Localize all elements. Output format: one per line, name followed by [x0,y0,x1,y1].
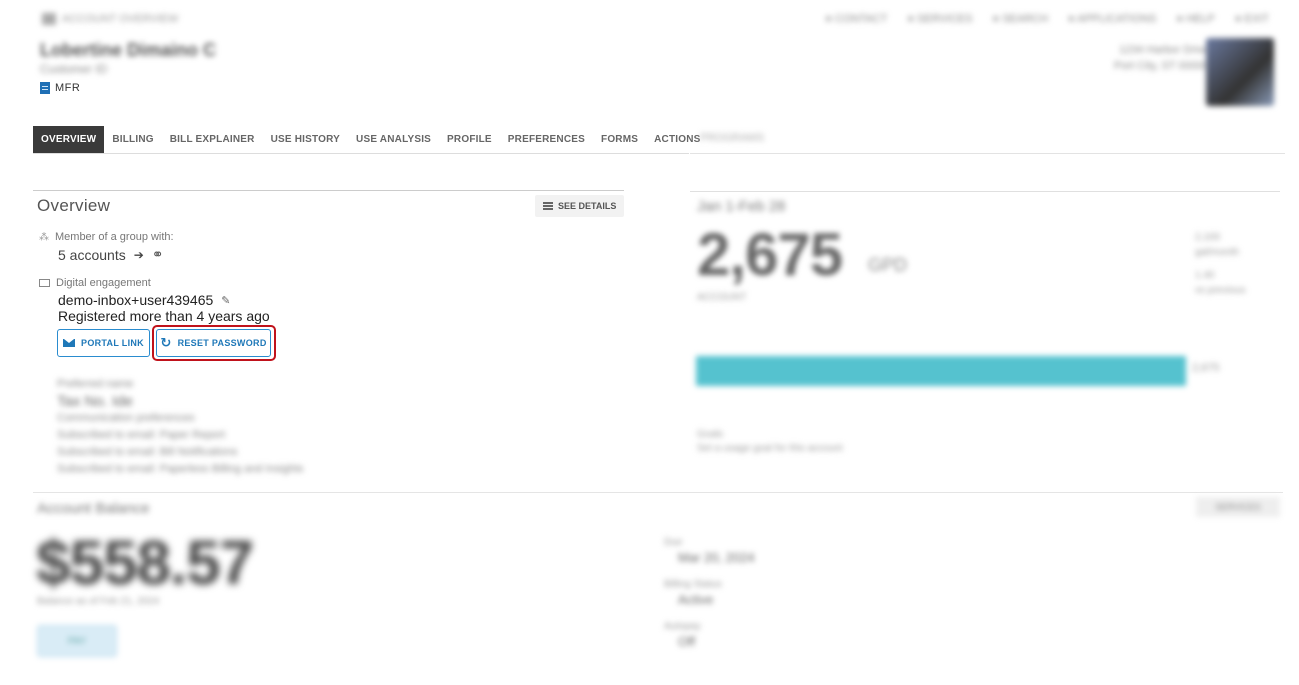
breadcrumb-text: ACCOUNT OVERVIEW [62,13,179,25]
usage-bar [696,356,1186,386]
envelope-icon [63,339,76,347]
link-icon[interactable]: ⚭ [152,246,164,263]
tab-forms[interactable]: FORMS [593,126,646,153]
top-nav-contact[interactable]: CONTACT [825,13,887,25]
tab-bill-explainer[interactable]: BILL EXPLAINER [162,126,263,153]
balance-details: Due Mar 20, 2024 Billing Status Active A… [664,535,755,661]
top-nav-exit[interactable]: EXIT [1235,13,1269,25]
top-bar: ACCOUNT OVERVIEW CONTACT SERVICES SEARCH… [0,0,1299,40]
comm-pref-item: Subscribed to email: Bill Notifications [57,446,238,458]
autopay-label: Autopay [664,621,701,632]
status-label: Billing Status [664,579,722,590]
due-label: Due [664,537,683,548]
usage-value: 2,675 [697,221,843,288]
usage-goals-text[interactable]: Set a usage goal for this account [697,442,843,456]
balance-services-button[interactable]: SERVICES [1196,497,1280,517]
usage-bar-label: 2,675 [1192,362,1220,374]
balance-divider [33,492,1283,493]
due-value: Mar 20, 2024 [678,550,755,565]
badge-label: MFR [55,82,81,94]
main-tabs: OVERVIEW BILLING BILL EXPLAINER USE HIST… [33,126,700,154]
group-label-text: Member of a group with: [55,231,174,243]
status-value: Active [678,592,714,607]
overview-lower-section: Preferred name Tax No. Ide Communication… [39,376,303,478]
tab-use-history[interactable]: USE HISTORY [263,126,348,153]
tab-overview[interactable]: OVERVIEW [33,126,105,153]
tab-profile[interactable]: PROFILE [439,126,500,153]
tab-use-analysis[interactable]: USE ANALYSIS [348,126,439,153]
top-nav-help[interactable]: HELP [1176,13,1215,25]
balance-date: Balance as of Feb 21, 2024 [37,596,160,607]
group-accounts[interactable]: 5 accounts ➔ ⚭ [58,246,164,263]
preferred-name-label: Preferred name [57,378,134,390]
usage-goals-label: Goals [697,429,724,440]
tab-divider [690,153,1285,154]
overview-title: Overview [37,196,111,215]
top-nav-search[interactable]: SEARCH [992,13,1048,25]
comm-pref-item: Subscribed to email: Paper Report [57,429,226,441]
tab-preferences[interactable]: PREFERENCES [500,126,593,153]
tab-programs[interactable]: PROGRAMS [700,132,764,144]
usage-title: Jan 1-Feb 28 [697,198,786,215]
portal-email: demo-inbox+user439465 ✎ [58,292,231,308]
balance-title: Account Balance [37,500,150,517]
portal-link-label: PORTAL LINK [81,338,144,348]
share-icon: ⁂ [39,231,49,243]
arrow-right-icon: ➔ [133,247,144,262]
edit-pencil-icon[interactable]: ✎ [221,294,230,307]
comm-pref-label: Communication preferences [57,412,195,424]
portal-link-button[interactable]: PORTAL LINK [57,329,150,357]
usage-divider [690,191,1280,192]
see-details-button[interactable]: SEE DETAILS [535,195,625,217]
address-line-1: 1234 Harbor Drive [1119,44,1209,56]
digital-label-text: Digital engagement [56,277,151,289]
usage-side-1: 2,100 [1195,232,1221,243]
top-nav-applications[interactable]: APPLICATIONS [1068,13,1156,25]
customer-id: Customer ID [40,62,108,76]
balance-amount: $558.57 [36,529,254,598]
customer-type-badge: MFR [40,82,80,94]
usage-side-3: 1.40 [1195,270,1215,281]
preferred-name-value: Tax No. Ide [57,393,133,410]
see-details-label: SEE DETAILS [558,201,617,211]
customer-address: 1234 Harbor Drive Port City, ST 00000 [1114,42,1209,74]
usage-side-stats: 2,100 gal/month 1.40 vs previous [1195,230,1246,298]
home-icon [42,13,56,26]
breadcrumb[interactable]: ACCOUNT OVERVIEW [42,13,179,26]
registration-status: Registered more than 4 years ago [58,308,270,324]
comm-pref-item: Subscribed to email: Paperless Billing a… [57,463,304,475]
usage-side-2: gal/month [1195,247,1239,258]
usage-sub: ACCOUNT [697,292,747,303]
group-label: ⁂ Member of a group with: [39,231,174,243]
property-photo[interactable] [1206,38,1274,106]
monitor-icon [39,279,50,287]
top-nav: CONTACT SERVICES SEARCH APPLICATIONS HEL… [825,13,1269,25]
group-accounts-text: 5 accounts [58,246,126,263]
usage-unit: GPD [868,255,908,275]
menu-icon [543,202,553,210]
autopay-value: Off [678,634,696,649]
highlight-box [152,325,276,361]
usage-side-4: vs previous [1195,285,1246,296]
address-line-2: Port City, ST 00000 [1114,60,1209,72]
pay-button[interactable]: PAY [37,625,117,657]
overview-card-divider [33,190,624,191]
customer-name: Lobertine Dimaino C [40,40,217,60]
digital-engagement-label: Digital engagement [39,277,151,289]
top-nav-services[interactable]: SERVICES [907,13,972,25]
usage-goals: Goals Set a usage goal for this account [697,428,843,456]
email-text: demo-inbox+user439465 [58,292,214,308]
building-icon [40,82,50,94]
tab-billing[interactable]: BILLING [104,126,161,153]
